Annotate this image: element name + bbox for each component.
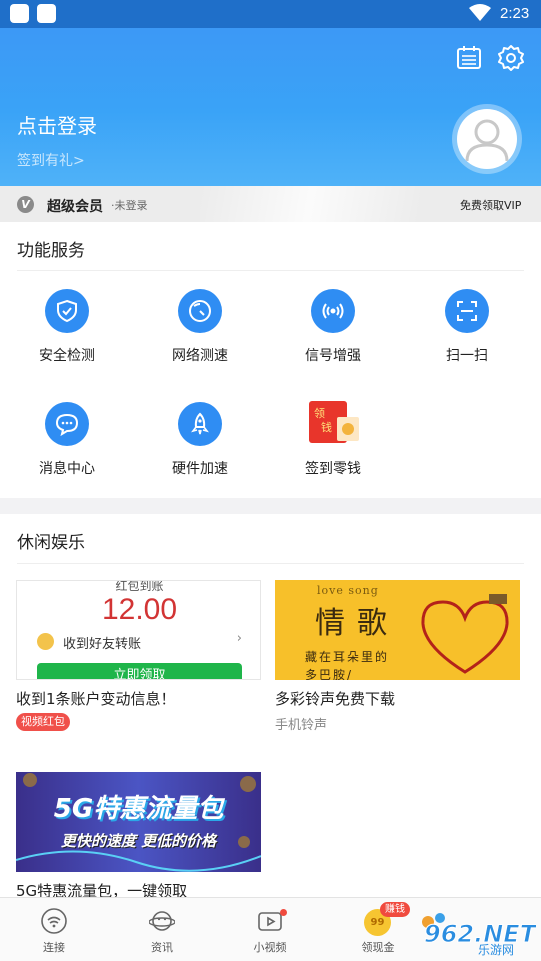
thumb-headline: 5G特惠流量包 xyxy=(53,794,224,824)
service-icon-bg xyxy=(445,289,489,333)
content-card[interactable]: 红包到账 12.00 收到好友转账 › 立即领取 收到1条账户变动信息！ 视频红… xyxy=(16,580,261,740)
thumb-row: 收到好友转账 › xyxy=(37,631,242,653)
card-thumbnail: 红包到账 12.00 收到好友转账 › 立即领取 xyxy=(16,580,261,680)
service-label: 安全检测 xyxy=(39,348,95,364)
notification-icon xyxy=(10,4,29,23)
tab-badge: 赚钱 xyxy=(380,902,410,917)
heart-ribbon-icon xyxy=(421,594,509,674)
service-hardware-acceleration[interactable]: 硬件加速 xyxy=(150,402,250,498)
news-planet-icon xyxy=(149,911,175,931)
card-thumbnail: love song 情歌 藏在耳朵里的 多巴胺/ xyxy=(275,580,520,680)
wifi-connect-icon xyxy=(41,908,67,934)
service-signin-cash[interactable]: 领 钱 签到零钱 xyxy=(283,397,383,493)
shield-check-icon xyxy=(57,299,77,323)
service-icon-bg xyxy=(311,289,355,333)
calendar-icon[interactable] xyxy=(455,44,483,72)
tab-short-video[interactable]: 小视频 xyxy=(216,898,324,961)
service-label: 网络测速 xyxy=(172,348,228,364)
envelope-text: 钱 xyxy=(321,420,332,434)
service-icon-bg xyxy=(178,289,222,333)
thumb-top-text: 红包到账 xyxy=(115,580,164,593)
section-gap xyxy=(0,498,541,514)
divider xyxy=(17,563,524,564)
thumb-line: 藏在耳朵里的 xyxy=(305,650,390,664)
divider xyxy=(17,270,524,271)
notification-dot xyxy=(280,909,287,916)
vip-badge-icon: V xyxy=(17,196,34,213)
thumb-line: 多巴胺/ xyxy=(305,668,354,680)
service-label: 消息中心 xyxy=(39,461,95,477)
service-security-check[interactable]: 安全检测 xyxy=(17,289,117,385)
vip-shine xyxy=(200,186,420,222)
status-bar: 2:23 xyxy=(0,0,541,28)
red-envelope-icon: 领 钱 xyxy=(309,401,359,443)
chevron-right-icon: › xyxy=(236,631,242,646)
service-icon-bg xyxy=(178,402,222,446)
thumb-en-text: love song xyxy=(317,584,379,597)
service-label: 签到零钱 xyxy=(305,461,361,477)
svg-text:乐游网: 乐游网 xyxy=(478,943,514,956)
user-placeholder-icon xyxy=(465,119,509,162)
speedometer-icon xyxy=(189,300,211,322)
card-tag: 视频红包 xyxy=(16,713,70,731)
login-link[interactable]: 点击登录 xyxy=(17,110,97,139)
service-message-center[interactable]: 消息中心 xyxy=(17,402,117,498)
service-icon-bg xyxy=(45,402,89,446)
card-subtitle: 手机铃声 xyxy=(275,718,328,733)
settings-gear-icon[interactable] xyxy=(497,44,525,72)
content-card[interactable]: 5G特惠流量包 更快的速度 更低的价格 5G特惠流量包，一键领取 xyxy=(16,772,261,900)
service-label: 信号增强 xyxy=(305,348,361,364)
avatar[interactable] xyxy=(457,109,517,169)
notification-icon xyxy=(37,4,56,23)
signin-gift-link[interactable]: 签到有礼> xyxy=(17,150,85,170)
service-speed-test[interactable]: 网络测速 xyxy=(150,289,250,385)
section-title-leisure: 休闲娱乐 xyxy=(17,533,85,553)
clock: 2:23 xyxy=(500,5,530,22)
vip-status: ·未登录 xyxy=(111,199,148,212)
signal-broadcast-icon xyxy=(322,303,344,319)
content-card[interactable]: love song 情歌 藏在耳朵里的 多巴胺/ 多彩铃声免费下载 手机铃声 xyxy=(275,580,520,740)
wifi-signal-icon xyxy=(469,4,491,21)
service-icon-bg xyxy=(45,289,89,333)
card-title: 收到1条账户变动信息！ xyxy=(16,690,176,708)
thumb-tagline: 更快的速度 更低的价格 xyxy=(60,832,217,850)
thumb-row-label: 收到好友转账 xyxy=(63,637,142,652)
claim-vip-link[interactable]: 免费领取VIP xyxy=(460,197,521,213)
service-signal-boost[interactable]: 信号增强 xyxy=(283,289,383,385)
tab-news[interactable]: 资讯 xyxy=(108,898,216,961)
service-label: 硬件加速 xyxy=(172,461,228,477)
thumb-cn-text: 情歌 xyxy=(315,606,399,641)
watermark-logo: 962.NET 乐游网 xyxy=(422,913,536,956)
card-thumbnail: 5G特惠流量包 更快的速度 更低的价格 xyxy=(16,772,261,872)
thumb-amount: 12.00 xyxy=(101,593,178,626)
header: 2:23 点击登录 签到有礼> xyxy=(0,0,541,186)
tab-label: 连接 xyxy=(43,941,65,954)
coin-icon xyxy=(37,633,54,650)
envelope-text: 领 xyxy=(314,407,325,420)
tab-label: 小视频 xyxy=(253,941,287,954)
tab-label: 资讯 xyxy=(151,941,173,954)
rocket-icon xyxy=(191,412,209,435)
service-label: 扫一扫 xyxy=(446,348,488,364)
thumb-button: 立即领取 xyxy=(37,663,242,679)
card-title: 多彩铃声免费下载 xyxy=(275,690,396,708)
vip-title: 超级会员 xyxy=(47,199,103,215)
chat-bubble-icon xyxy=(55,413,79,436)
service-scan[interactable]: 扫一扫 xyxy=(417,289,517,385)
tab-connect[interactable]: 连接 xyxy=(0,898,108,961)
section-title-services: 功能服务 xyxy=(17,241,85,261)
scan-icon xyxy=(457,301,477,321)
